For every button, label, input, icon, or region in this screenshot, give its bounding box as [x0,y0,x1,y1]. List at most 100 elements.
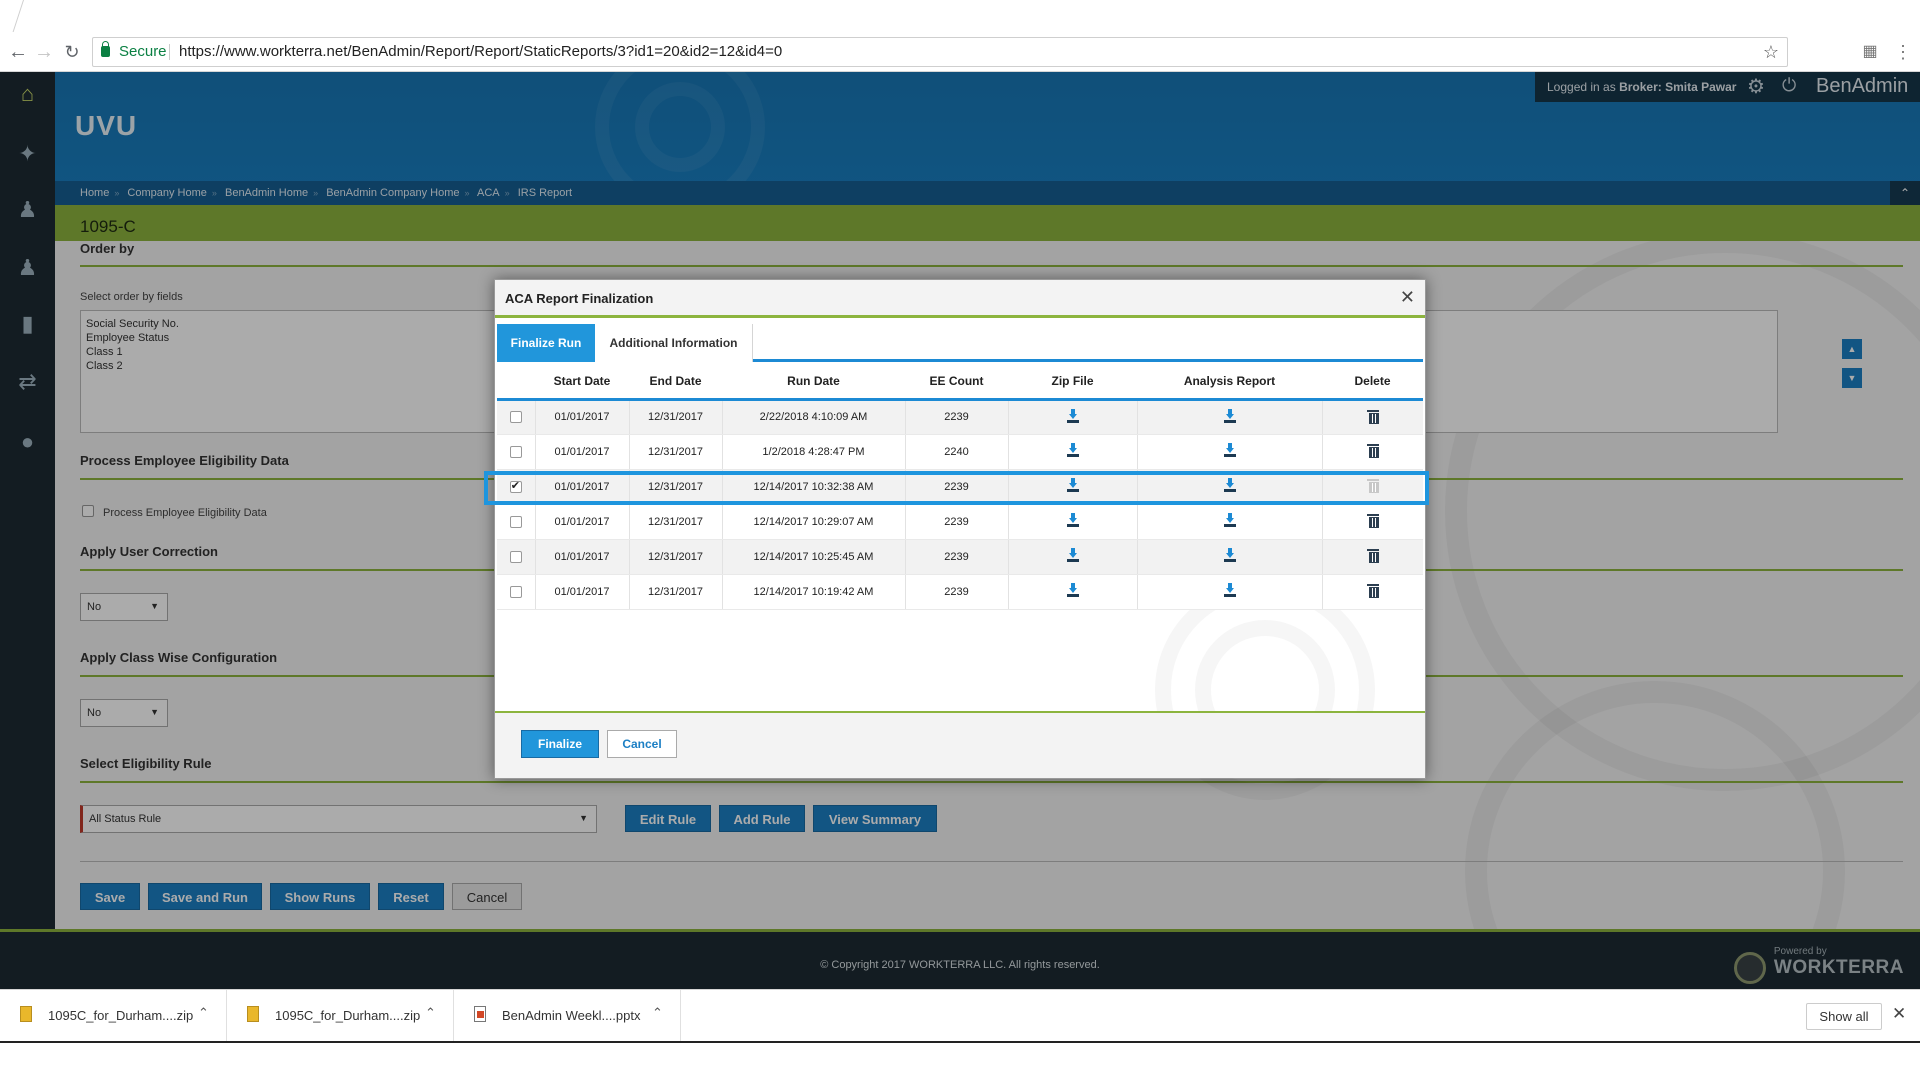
download-filename: BenAdmin Weekl....pptx [502,1008,641,1023]
dialog-header: ACA Report Finalization ✕ [495,280,1425,318]
end-date-cell: 12/31/2017 [629,469,723,505]
download-item[interactable]: 1095C_for_Durham....zip ⌃ [227,990,454,1042]
show-all-button[interactable]: Show all [1806,1003,1882,1030]
run-date-cell: 12/14/2017 10:32:38 AM [722,469,906,505]
delete-cell [1322,434,1423,470]
table-row[interactable]: 01/01/2017 12/31/2017 2/22/2018 4:10:09 AM… [497,399,1423,435]
chrome-menu-icon[interactable]: ⋮ [1894,43,1912,61]
zip-file-cell [1008,469,1138,505]
delete-cell [1322,504,1423,540]
column-header-analysis-report: Analysis Report [1137,365,1322,401]
row-select-cell [497,574,536,610]
chevron-up-icon[interactable]: ⌃ [425,1005,436,1021]
delete-cell [1322,469,1423,505]
url-input[interactable]: Secure https://www.workterra.net/BenAdmi… [92,37,1788,67]
download-shelf: 1095C_for_Durham....zip ⌃ 1095C_for_Durh… [0,989,1920,1042]
analysis-report-cell [1137,504,1323,540]
back-arrow-icon[interactable]: ← [6,40,30,64]
reload-icon[interactable]: ↻ [60,40,84,64]
download-icon[interactable] [1066,548,1080,562]
forward-arrow-icon[interactable]: → [32,40,56,64]
row-select-cell [497,469,536,505]
dialog-cancel-button[interactable]: Cancel [607,730,677,758]
zip-file-cell [1008,574,1138,610]
trash-icon [1366,479,1379,493]
extension-icon[interactable]: ▦ [1862,44,1878,60]
trash-icon[interactable] [1366,549,1379,563]
tab-additional-information[interactable]: Additional Information [595,324,753,362]
download-item[interactable]: BenAdmin Weekl....pptx ⌃ [454,990,681,1042]
download-icon[interactable] [1066,478,1080,492]
table-row[interactable]: 01/01/2017 12/31/2017 12/14/2017 10:29:07 … [497,504,1423,540]
row-checkbox[interactable] [509,445,522,458]
analysis-report-cell [1137,469,1323,505]
row-select-cell [497,504,536,540]
download-icon[interactable] [1223,548,1237,562]
browser-bottom-strip [0,1041,1920,1080]
dialog-tabs: Finalize Run Additional Information [497,324,1423,362]
zip-file-cell [1008,434,1138,470]
dialog-title: ACA Report Finalization [505,291,654,306]
ee-count-cell: 2239 [905,539,1009,575]
trash-icon[interactable] [1366,444,1379,458]
omnibox-separator [169,44,170,60]
download-icon[interactable] [1223,408,1237,423]
row-checkbox[interactable] [509,585,522,598]
bookmark-star-icon[interactable]: ☆ [1763,38,1779,66]
trash-icon[interactable] [1366,514,1379,528]
lock-icon [101,41,110,57]
row-checkbox[interactable] [509,550,522,563]
column-header-select [497,365,535,401]
trash-icon[interactable] [1366,409,1379,424]
start-date-cell: 01/01/2017 [535,539,630,575]
column-header-run-date: Run Date [722,365,905,401]
row-checkbox[interactable] [509,479,522,493]
download-icon[interactable] [1223,443,1237,457]
download-icon[interactable] [1223,583,1237,597]
analysis-report-cell [1137,574,1323,610]
table-row[interactable]: 01/01/2017 12/31/2017 12/14/2017 10:19:42 … [497,574,1423,610]
ee-count-cell: 2240 [905,434,1009,470]
download-icon[interactable] [1066,583,1080,597]
table-row[interactable]: 01/01/2017 12/31/2017 1/2/2018 4:28:47 PM 2… [497,434,1423,470]
browser-address-bar: ← → ↻ Secure https://www.workterra.net/B… [0,32,1920,72]
close-icon[interactable]: ✕ [1892,1004,1906,1024]
runs-table: Start Date End Date Run Date EE Count Zi… [497,365,1423,610]
column-header-zip-file: Zip File [1008,365,1137,401]
end-date-cell: 12/31/2017 [629,504,723,540]
analysis-report-cell [1137,539,1323,575]
download-filename: 1095C_for_Durham....zip [275,1008,421,1023]
download-icon[interactable] [1066,443,1080,457]
run-date-cell: 12/14/2017 10:29:07 AM [722,504,906,540]
download-icon[interactable] [1223,478,1237,492]
chevron-up-icon[interactable]: ⌃ [198,1005,209,1021]
table-row[interactable]: 01/01/2017 12/31/2017 12/14/2017 10:25:45 … [497,539,1423,575]
close-icon[interactable]: ✕ [1400,287,1415,308]
start-date-cell: 01/01/2017 [535,469,630,505]
trash-icon[interactable] [1366,584,1379,598]
row-select-cell [497,434,536,470]
row-checkbox[interactable] [509,515,522,528]
column-header-start-date: Start Date [535,365,629,401]
run-date-cell: 12/14/2017 10:19:42 AM [722,574,906,610]
end-date-cell: 12/31/2017 [629,399,723,435]
row-checkbox[interactable] [509,411,522,424]
column-header-ee-count: EE Count [905,365,1008,401]
download-icon[interactable] [1066,408,1080,423]
download-icon[interactable] [1223,513,1237,527]
start-date-cell: 01/01/2017 [535,399,630,435]
browser-tab-edge[interactable] [0,0,24,32]
end-date-cell: 12/31/2017 [629,539,723,575]
start-date-cell: 01/01/2017 [535,434,630,470]
download-icon[interactable] [1066,513,1080,527]
chevron-up-icon[interactable]: ⌃ [652,1005,663,1021]
browser-tabstrip [0,0,1920,32]
ee-count-cell: 2239 [905,399,1009,435]
zip-file-icon [20,1006,32,1022]
secure-label: Secure [119,43,167,60]
tab-finalize-run[interactable]: Finalize Run [497,324,595,362]
finalize-button[interactable]: Finalize [521,730,599,758]
ee-count-cell: 2239 [905,469,1009,505]
table-row[interactable]: 01/01/201712/31/201712/14/2017 10:32:38 … [497,469,1423,505]
download-item[interactable]: 1095C_for_Durham....zip ⌃ [0,990,227,1042]
